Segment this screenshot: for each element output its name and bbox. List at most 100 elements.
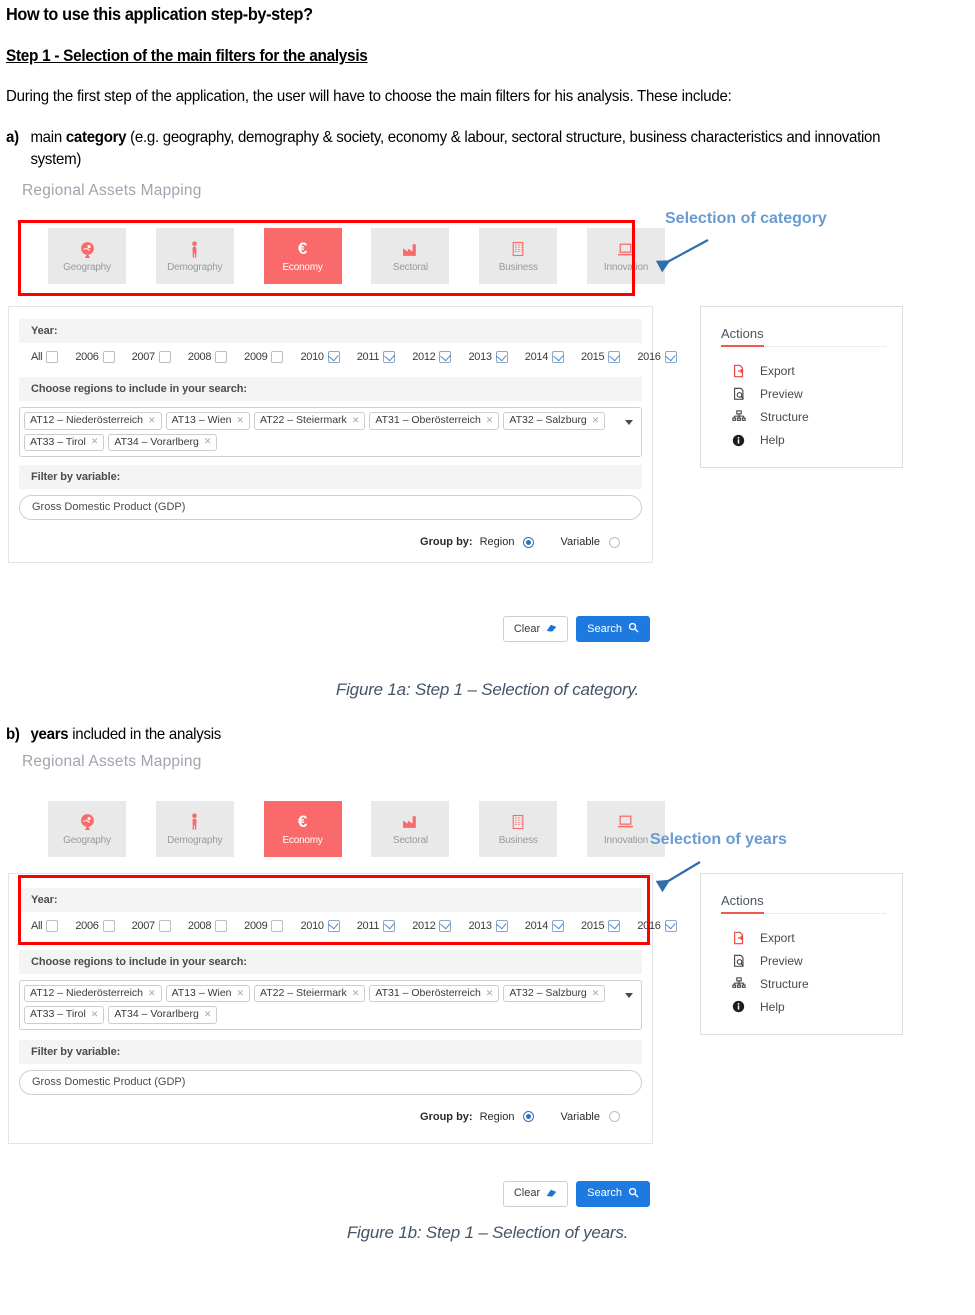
- year-checkbox-2006[interactable]: [102, 351, 115, 364]
- year-checkbox-2015[interactable]: [608, 351, 621, 364]
- year-item-2007[interactable]: 2007: [132, 919, 171, 932]
- region-tag[interactable]: AT13 – Wien ✕: [165, 412, 251, 430]
- group-by-radio-region[interactable]: [523, 536, 535, 548]
- region-tag[interactable]: AT32 – Salzburg ✕: [503, 412, 606, 430]
- search-button-a[interactable]: Search: [576, 616, 650, 643]
- year-checkbox-2011[interactable]: [383, 919, 396, 932]
- region-tag[interactable]: AT12 – Niederösterreich ✕: [24, 412, 162, 430]
- action-item-preview[interactable]: Preview: [721, 945, 886, 968]
- year-item-2016[interactable]: 2016: [637, 919, 677, 932]
- category-tile-sectoral[interactable]: Sectoral: [371, 228, 450, 285]
- year-item-2014[interactable]: 2014: [525, 351, 565, 364]
- action-item-export[interactable]: Export: [721, 922, 886, 945]
- group-by-row-a[interactable]: Group by: Region Variable: [19, 520, 642, 558]
- region-tag[interactable]: AT22 – Steiermark ✕: [254, 984, 366, 1003]
- group-by-row-b[interactable]: Group by: Region Variable: [19, 1095, 642, 1133]
- year-item-2012[interactable]: 2012: [412, 351, 452, 364]
- close-icon[interactable]: ✕: [91, 437, 99, 446]
- region-multiselect-a[interactable]: AT12 – Niederösterreich ✕ AT13 – Wien ✕ AT…: [19, 407, 642, 458]
- action-item-structure[interactable]: Structure: [721, 401, 886, 424]
- year-checkbox-2010[interactable]: [327, 351, 340, 364]
- year-item-all[interactable]: All: [31, 919, 59, 932]
- action-item-structure[interactable]: Structure: [721, 968, 886, 991]
- year-checkbox-2013[interactable]: [495, 351, 508, 364]
- year-item-2013[interactable]: 2013: [468, 919, 508, 932]
- clear-button-a[interactable]: Clear: [502, 616, 569, 643]
- category-tile-economy[interactable]: € Economy: [263, 800, 342, 857]
- region-tag[interactable]: AT31 – Oberösterreich ✕: [369, 984, 500, 1003]
- year-item-2006[interactable]: 2006: [75, 351, 115, 364]
- category-tile-demography[interactable]: Demography: [155, 228, 234, 285]
- group-by-radio-variable[interactable]: [609, 1111, 620, 1123]
- year-item-2009[interactable]: 2009: [244, 919, 284, 932]
- category-tile-sectoral[interactable]: Sectoral: [371, 800, 450, 857]
- year-checkbox-2016[interactable]: [664, 351, 677, 364]
- search-button-b[interactable]: Search: [576, 1180, 650, 1207]
- year-item-2010[interactable]: 2010: [300, 919, 340, 932]
- year-checkbox-2006[interactable]: [102, 919, 115, 932]
- year-item-2015[interactable]: 2015: [581, 919, 621, 932]
- group-by-radio-variable[interactable]: [609, 536, 620, 548]
- year-item-2008[interactable]: 2008: [188, 919, 228, 932]
- category-tile-demography[interactable]: Demography: [155, 800, 234, 857]
- region-multiselect-b[interactable]: AT12 – Niederösterreich ✕ AT13 – Wien ✕ AT…: [19, 979, 642, 1030]
- close-icon[interactable]: ✕: [592, 988, 600, 998]
- category-tile-geography[interactable]: Geography: [48, 800, 126, 857]
- close-icon[interactable]: ✕: [148, 988, 156, 998]
- year-checkbox-2014[interactable]: [552, 351, 565, 364]
- year-item-2014[interactable]: 2014: [525, 919, 565, 932]
- close-icon[interactable]: ✕: [148, 415, 156, 425]
- action-item-help[interactable]: Help: [721, 991, 886, 1014]
- year-checkbox-2016[interactable]: [664, 919, 677, 932]
- year-item-2007[interactable]: 2007: [132, 351, 171, 364]
- year-checkbox-2008[interactable]: [215, 919, 228, 932]
- year-item-2006[interactable]: 2006: [75, 919, 115, 932]
- chevron-down-icon[interactable]: [625, 992, 633, 998]
- action-item-export[interactable]: Export: [721, 355, 886, 378]
- clear-button-b[interactable]: Clear: [502, 1180, 569, 1207]
- year-checkbox-row-a[interactable]: All 2006 2007 2008 2009 2010 2011 2012 2…: [19, 343, 677, 371]
- year-checkbox-2012[interactable]: [439, 351, 452, 364]
- category-tile-geography[interactable]: Geography: [48, 228, 126, 285]
- region-tag[interactable]: AT33 – Tirol ✕: [24, 433, 105, 452]
- year-checkbox-2008[interactable]: [215, 351, 228, 364]
- category-tile-economy[interactable]: € Economy: [263, 228, 342, 285]
- region-tag[interactable]: AT12 – Niederösterreich ✕: [24, 984, 162, 1003]
- year-item-2010[interactable]: 2010: [300, 351, 340, 364]
- year-item-2013[interactable]: 2013: [468, 351, 508, 364]
- close-icon[interactable]: ✕: [486, 988, 494, 998]
- category-tile-business[interactable]: Business: [479, 228, 558, 285]
- chevron-down-icon[interactable]: [625, 420, 633, 426]
- action-item-preview[interactable]: Preview: [721, 378, 886, 401]
- year-checkbox-2013[interactable]: [495, 919, 508, 932]
- year-checkbox-2009[interactable]: [271, 919, 284, 932]
- close-icon[interactable]: ✕: [237, 415, 245, 425]
- year-checkbox-row-b[interactable]: All 2006 2007 2008 2009 2010 2011 2012 2…: [19, 912, 677, 940]
- category-tab-bar-b[interactable]: Geography Demography € Economy Sectoral …: [48, 800, 665, 857]
- year-checkbox-2007[interactable]: [158, 919, 171, 932]
- year-item-2016[interactable]: 2016: [637, 351, 677, 364]
- year-checkbox-2009[interactable]: [271, 351, 284, 364]
- category-tab-bar-a[interactable]: Geography Demography € Economy Sectoral …: [48, 228, 665, 285]
- year-checkbox-all[interactable]: [46, 919, 59, 932]
- close-icon[interactable]: ✕: [592, 415, 600, 425]
- year-item-all[interactable]: All: [31, 351, 59, 364]
- close-icon[interactable]: ✕: [204, 1010, 212, 1019]
- group-by-radio-region[interactable]: [523, 1111, 535, 1123]
- year-checkbox-2014[interactable]: [552, 919, 565, 932]
- region-tag[interactable]: AT34 – Vorarlberg ✕: [108, 1006, 218, 1024]
- year-checkbox-2007[interactable]: [158, 351, 171, 364]
- region-tag[interactable]: AT34 – Vorarlberg ✕: [108, 433, 218, 452]
- year-item-2012[interactable]: 2012: [412, 919, 452, 932]
- close-icon[interactable]: ✕: [352, 415, 360, 425]
- region-tag[interactable]: AT33 – Tirol ✕: [24, 1006, 105, 1024]
- region-tag[interactable]: AT31 – Oberösterreich ✕: [369, 412, 500, 430]
- variable-filter-input-a[interactable]: Gross Domestic Product (GDP): [19, 495, 642, 521]
- close-icon[interactable]: ✕: [91, 1010, 99, 1019]
- year-item-2009[interactable]: 2009: [244, 351, 284, 364]
- close-icon[interactable]: ✕: [352, 988, 360, 998]
- region-tag[interactable]: AT22 – Steiermark ✕: [254, 412, 366, 430]
- year-checkbox-2015[interactable]: [608, 919, 621, 932]
- year-checkbox-2011[interactable]: [383, 351, 396, 364]
- close-icon[interactable]: ✕: [237, 988, 245, 998]
